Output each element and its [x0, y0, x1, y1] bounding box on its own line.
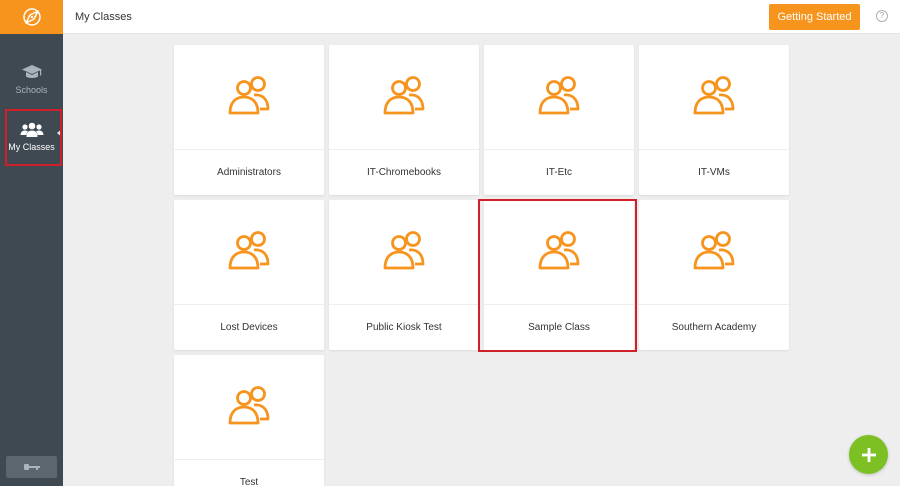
key-button[interactable]	[6, 456, 57, 478]
class-card-lost-devices[interactable]: Lost Devices	[174, 200, 324, 350]
group-icon	[383, 231, 425, 270]
help-icon[interactable]: ?	[876, 10, 888, 22]
class-card-southern-academy[interactable]: Southern Academy	[639, 200, 789, 350]
sidebar-item-label: My Classes	[8, 142, 55, 152]
group-icon	[693, 76, 735, 115]
card-divider	[174, 149, 324, 150]
group-icon	[538, 76, 580, 115]
card-divider	[639, 149, 789, 150]
sidebar: Schools My Classes	[0, 0, 63, 486]
add-class-button[interactable]	[849, 435, 888, 474]
class-name: IT-Chromebooks	[367, 167, 441, 178]
card-icon-area	[174, 200, 324, 304]
group-icon	[538, 231, 580, 270]
key-icon	[23, 464, 40, 470]
class-name: IT-VMs	[698, 167, 730, 178]
group-icon	[693, 231, 735, 270]
class-name: Test	[239, 477, 259, 486]
card-icon-area	[484, 45, 634, 149]
class-name: Sample Class	[528, 322, 590, 333]
class-card-sample-class[interactable]: Sample Class	[484, 200, 634, 350]
graduation-cap-icon	[21, 65, 42, 78]
card-divider	[174, 304, 324, 305]
card-icon-area	[174, 355, 324, 459]
card-icon-area	[329, 45, 479, 149]
class-card-test[interactable]: Test	[174, 355, 324, 486]
card-icon-area	[174, 45, 324, 149]
sidebar-item-my-classes[interactable]: My Classes	[0, 108, 63, 166]
class-name: IT-Etc	[545, 167, 573, 178]
sidebar-item-schools[interactable]: Schools	[0, 50, 63, 108]
logo[interactable]	[0, 0, 63, 34]
card-divider	[174, 459, 324, 460]
class-name: Administrators	[217, 167, 281, 178]
compass-icon	[22, 8, 41, 26]
class-name: Southern Academy	[671, 322, 757, 333]
header: My Classes Getting Started ?	[63, 0, 900, 34]
class-name: Public Kiosk Test	[366, 322, 442, 333]
class-card-it-chromebooks[interactable]: IT-Chromebooks	[329, 45, 479, 195]
card-icon-area	[484, 200, 634, 304]
card-divider	[639, 304, 789, 305]
class-name: Lost Devices	[220, 322, 278, 333]
class-card-public-kiosk-test[interactable]: Public Kiosk Test	[329, 200, 479, 350]
card-divider	[484, 304, 634, 305]
class-card-it-etc[interactable]: IT-Etc	[484, 45, 634, 195]
getting-started-button[interactable]: Getting Started	[769, 4, 860, 30]
group-icon	[228, 231, 270, 270]
sidebar-item-label: Schools	[15, 85, 48, 95]
card-icon-area	[329, 200, 479, 304]
class-card-administrators[interactable]: Administrators	[174, 45, 324, 195]
card-divider	[329, 304, 479, 305]
active-indicator	[57, 129, 62, 137]
users-icon	[20, 122, 43, 137]
card-icon-area	[639, 200, 789, 304]
card-divider	[329, 149, 479, 150]
group-icon	[228, 386, 270, 425]
card-icon-area	[639, 45, 789, 149]
plus-icon	[861, 447, 876, 462]
page-title: My Classes	[75, 11, 132, 23]
class-card-it-vms[interactable]: IT-VMs	[639, 45, 789, 195]
app: Schools My Classes My Classes Getting St…	[0, 0, 900, 486]
group-icon	[228, 76, 270, 115]
group-icon	[383, 76, 425, 115]
card-divider	[484, 149, 634, 150]
